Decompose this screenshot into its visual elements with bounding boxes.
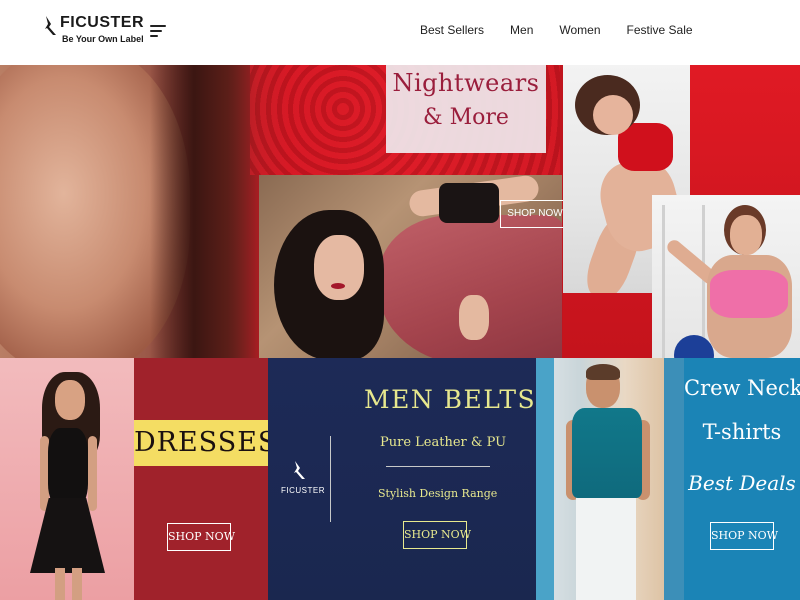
dresses-tile[interactable]: DRESSES SHOP NOW: [134, 358, 278, 600]
tshirt-model-photo: [536, 358, 684, 600]
sportswear-model-photo: [652, 195, 800, 358]
hamburger-menu-icon[interactable]: [150, 25, 166, 39]
belts-tile[interactable]: FICUSTER MEN BELTS Pure Leather & PU Sty…: [268, 358, 536, 600]
belts-title: MEN BELTS: [364, 385, 537, 414]
belts-tagline: Stylish Design Range: [378, 487, 498, 500]
site-header: FICUSTER Be Your Own Label Best Sellers …: [0, 0, 800, 65]
belts-brand-logo: FICUSTER: [281, 486, 325, 495]
nightwear-subtitle: & More: [423, 105, 509, 130]
belts-horizontal-divider: [386, 466, 490, 467]
dress-model-photo: [0, 358, 134, 600]
nav-best-sellers[interactable]: Best Sellers: [420, 23, 484, 37]
nightwear-title: Nightwears: [392, 69, 540, 97]
brand-name: FICUSTER: [60, 14, 144, 31]
dresses-title: DRESSES: [134, 427, 278, 458]
belts-vertical-divider: [330, 436, 331, 522]
crew-title-line1: Crew Neck: [684, 376, 800, 400]
dresses-title-band: DRESSES: [134, 420, 278, 466]
crew-deals-label: Best Deals: [688, 471, 796, 495]
crew-shop-now-button[interactable]: SHOP NOW: [710, 522, 778, 550]
hero-shop-now-button[interactable]: SHOP NOW: [500, 200, 570, 228]
brand-logo[interactable]: FICUSTER Be Your Own Label: [44, 14, 144, 48]
nav-festive-sale[interactable]: Festive Sale: [627, 23, 693, 37]
bird-logo-icon: [294, 461, 305, 479]
category-row: DRESSES SHOP NOW FICUSTER MEN BELTS Pure…: [0, 358, 800, 600]
nav-men[interactable]: Men: [510, 23, 533, 37]
bird-logo-icon: [45, 16, 56, 35]
crew-title-line2: T-shirts: [702, 420, 782, 444]
dresses-shop-now-button[interactable]: SHOP NOW: [167, 523, 235, 551]
nightwear-title-box: Nightwears & More: [386, 65, 546, 153]
hero-background-hair: [150, 65, 260, 358]
belts-subtitle: Pure Leather & PU: [380, 435, 507, 450]
main-nav: Best Sellers Men Women Festive Sale: [420, 23, 719, 37]
brand-tagline: Be Your Own Label: [62, 34, 144, 44]
belts-shop-now-button[interactable]: SHOP NOW: [403, 521, 471, 549]
crew-neck-tile[interactable]: Crew Neck T-shirts Best Deals SHOP NOW: [684, 358, 800, 600]
hero-banner[interactable]: Nightwears & More SHOP NOW: [0, 65, 800, 358]
nav-women[interactable]: Women: [559, 23, 600, 37]
